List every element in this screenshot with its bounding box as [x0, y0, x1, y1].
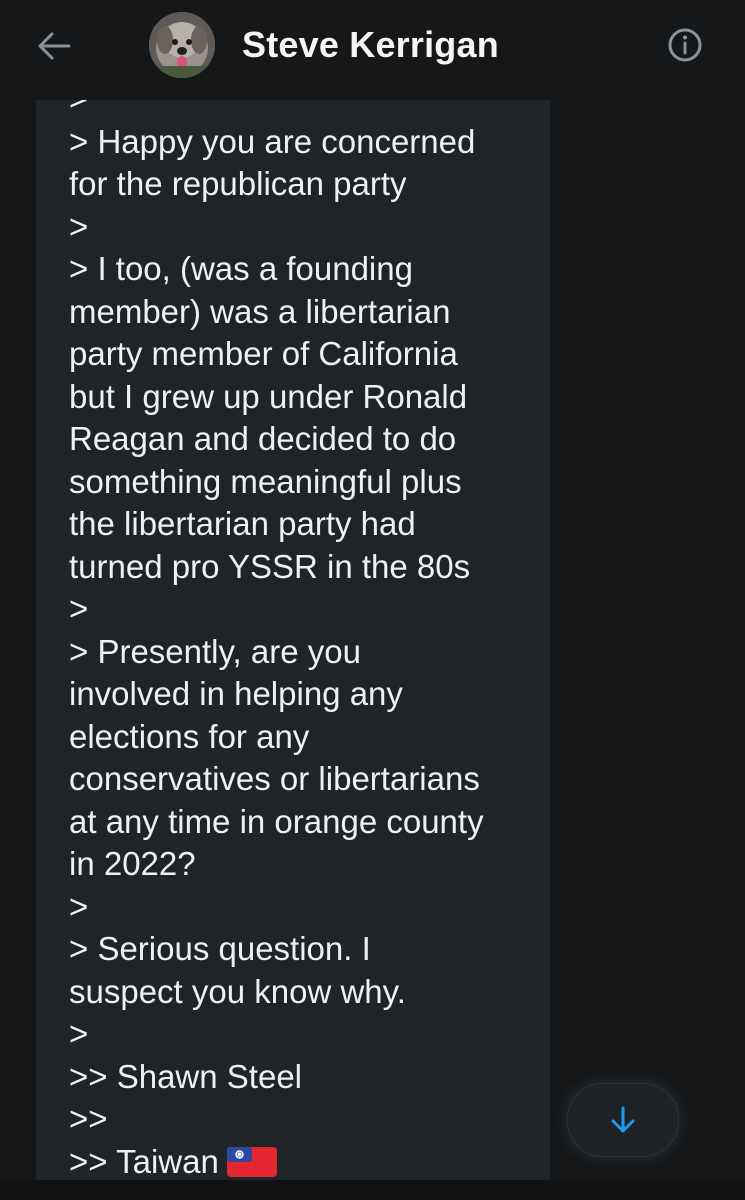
message-line: > I too, (was a founding	[69, 250, 413, 287]
message-line: at any time in orange county	[69, 802, 484, 840]
info-circle-icon	[668, 28, 702, 62]
message-line: in 2022?	[69, 845, 196, 882]
message-line: >	[69, 100, 539, 121]
message-line: >> Shawn Steel	[69, 1057, 302, 1095]
message-bubble: > > Happy you are concerned for the repu…	[36, 100, 550, 1180]
profile-photo-dog	[149, 12, 215, 78]
message-line-last: >> Taiwan	[69, 1141, 539, 1181]
message-text: > > Happy you are concerned for the repu…	[69, 100, 539, 1180]
message-line: but I grew up under Ronald	[69, 377, 468, 415]
message-line: the libertarian party had	[69, 505, 416, 542]
conversation-title: Steve Kerrigan	[242, 24, 499, 65]
info-button[interactable]	[664, 24, 706, 66]
avatar[interactable]	[149, 12, 215, 78]
message-line: > Presently, are you	[69, 632, 361, 670]
chat-header: Steve Kerrigan	[0, 0, 745, 100]
message-line: >	[69, 207, 89, 245]
message-line: > Happy you are concerned	[69, 122, 476, 160]
message-line: >	[69, 1015, 89, 1052]
message-line: >	[69, 887, 89, 925]
taiwan-flag-icon	[226, 1145, 277, 1181]
message-line: >	[69, 590, 89, 627]
scroll-to-bottom-button[interactable]	[567, 1083, 679, 1157]
message-line: >>	[69, 1100, 108, 1137]
message-line: Reagan and decided to do	[69, 420, 457, 457]
message-line: conservatives or libertarians	[69, 760, 480, 797]
message-line: party member of California	[69, 335, 458, 372]
message-line: turned pro YSSR in the 80s	[69, 547, 471, 585]
message-line: elections for any	[69, 717, 310, 755]
arrow-down-icon	[611, 1106, 635, 1133]
message-line: something meaningful plus	[69, 462, 462, 500]
message-line: member) was a libertarian	[69, 292, 451, 330]
arrow-left-icon	[38, 32, 71, 60]
back-button[interactable]	[30, 24, 78, 68]
message-line: suspect you know why.	[69, 972, 406, 1010]
message-line: > Serious question. I	[69, 930, 371, 967]
message-line-text: >> Taiwan	[69, 1142, 219, 1180]
message-line: for the republican party	[69, 165, 407, 202]
bottom-edge	[0, 1180, 745, 1200]
message-line: involved in helping any	[69, 675, 403, 712]
